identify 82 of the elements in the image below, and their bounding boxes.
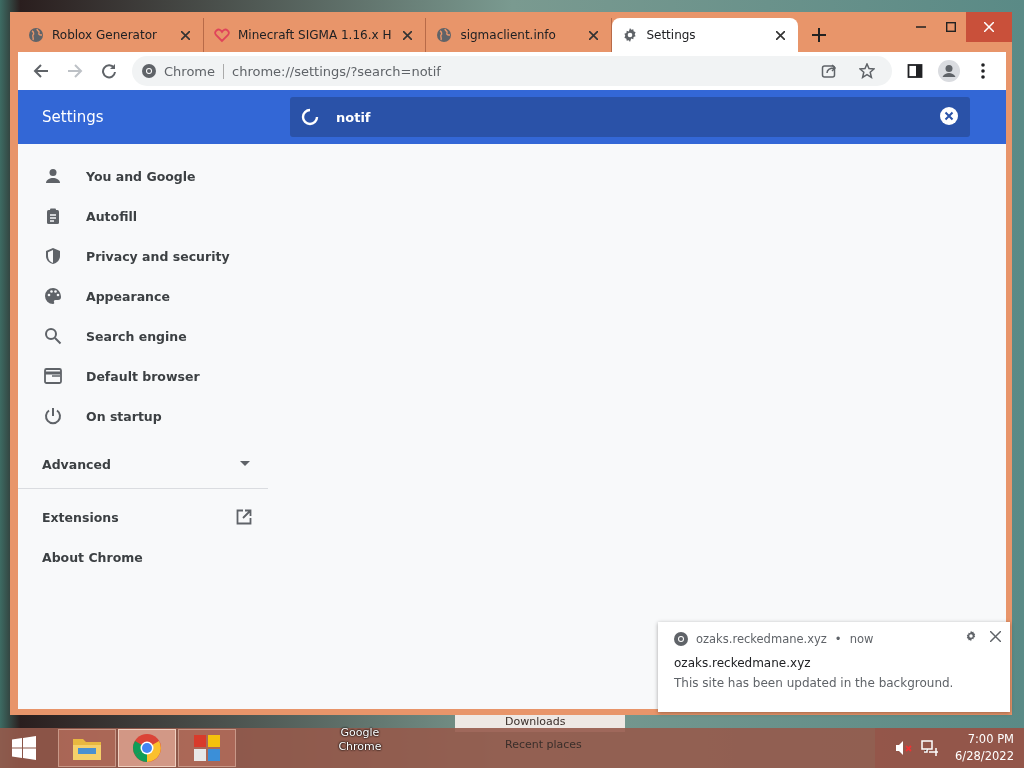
menu-item-label: Autofill: [86, 208, 137, 224]
chrome-logo-icon: [132, 733, 162, 763]
clock-date[interactable]: 6/28/2022: [955, 748, 1014, 765]
search-field[interactable]: notif: [290, 97, 970, 137]
desktop-shortcut-label[interactable]: Google Chrome: [328, 726, 392, 754]
tab-title: Settings: [646, 28, 697, 42]
reload-icon: [101, 63, 117, 79]
share-icon: [821, 63, 837, 79]
menu-item-label: About Chrome: [42, 549, 143, 565]
menu-item[interactable]: You and Google: [18, 156, 268, 196]
speaker-icon[interactable]: [895, 740, 914, 756]
clear-icon: [939, 106, 959, 126]
tab-title: Roblox Generator: [52, 28, 158, 42]
notification-message: This site has been updated in the background.: [674, 676, 955, 690]
shield-icon: [44, 247, 62, 265]
menu-item[interactable]: Extensions: [18, 497, 268, 537]
taskbar-app-button[interactable]: [58, 729, 116, 767]
search-input[interactable]: notif: [334, 108, 924, 126]
menu-item-label: Extensions: [42, 509, 119, 525]
power-icon: [44, 407, 62, 425]
close-icon: [402, 30, 412, 40]
menu-item-label: Search engine: [86, 328, 187, 344]
notification-time: now: [849, 632, 874, 646]
notification-close-button[interactable]: [988, 630, 1002, 644]
site-label: Chrome: [164, 63, 224, 79]
network-icon[interactable]: [921, 740, 940, 756]
menu-item[interactable]: Privacy and security: [18, 236, 268, 276]
menu-item[interactable]: Default browser: [18, 356, 268, 396]
menu-item[interactable]: About Chrome: [18, 537, 268, 577]
right-arrow-icon: [67, 63, 83, 79]
menu-item[interactable]: Autofill: [18, 196, 268, 236]
menu-item-label: Default browser: [86, 368, 200, 384]
browser-window-icon: [44, 367, 62, 385]
tab-title: Minecraft SIGMA 1.16.x H: [238, 28, 392, 42]
globe-icon: [436, 27, 453, 43]
menu-item-label: Appearance: [86, 288, 170, 304]
menu-item-label: Privacy and security: [86, 248, 230, 264]
close-icon: [775, 30, 785, 40]
menu-icon: [981, 63, 985, 79]
taskbar-app-button[interactable]: [118, 729, 176, 767]
notification-origin: ozaks.reckedmane.xyz: [696, 632, 827, 646]
browser-tab[interactable]: Settings: [612, 18, 799, 52]
notification-settings-button[interactable]: [964, 630, 978, 644]
address-bar[interactable]: Chrome chrome://settings/?search=notif: [132, 56, 892, 86]
tiles-icon: [193, 734, 221, 762]
globe-icon: [28, 27, 44, 43]
notification-title: ozaks.reckedmane.xyz: [674, 656, 812, 670]
minimize-icon: [916, 26, 926, 28]
star-icon: [859, 63, 875, 79]
advanced-label: Advanced: [42, 456, 111, 472]
avatar-icon: [938, 60, 960, 82]
menu-item[interactable]: Appearance: [18, 276, 268, 316]
person-icon: [44, 167, 62, 185]
left-arrow-icon: [33, 63, 49, 79]
url-text: chrome://settings/?search=notif: [232, 63, 442, 79]
close-icon: [989, 631, 1001, 642]
settings-icon: [965, 630, 977, 642]
heart-icon: [214, 27, 230, 43]
maximize-icon: [946, 22, 956, 32]
close-icon: [588, 30, 598, 40]
menu-item[interactable]: On startup: [18, 396, 268, 436]
palette-icon: [44, 287, 62, 305]
bullet-separator: •: [834, 632, 842, 646]
plus-icon: [812, 28, 827, 42]
menu-item-label: You and Google: [86, 168, 196, 184]
advanced-toggle[interactable]: Advanced: [18, 440, 268, 489]
side-panel-icon: [907, 63, 923, 79]
chrome-logo-icon: [142, 64, 156, 78]
chrome-logo-icon: [674, 632, 688, 646]
menu-item[interactable]: Search engine: [18, 316, 268, 356]
clock-time[interactable]: 7:00 PM: [967, 731, 1014, 748]
search-icon: [44, 327, 62, 345]
clear-search-button[interactable]: [938, 106, 960, 128]
close-icon: [180, 30, 190, 40]
folder-item-label[interactable]: Downloads: [505, 715, 566, 728]
clipboard-icon: [44, 207, 62, 225]
tab-title: sigmaclient.info: [460, 28, 557, 42]
taskbar-app-button[interactable]: [178, 729, 236, 767]
windows-logo-icon: [12, 736, 36, 760]
page-title: Settings: [41, 108, 105, 126]
close-icon: [984, 22, 994, 32]
menu-item-label: On startup: [86, 408, 162, 424]
